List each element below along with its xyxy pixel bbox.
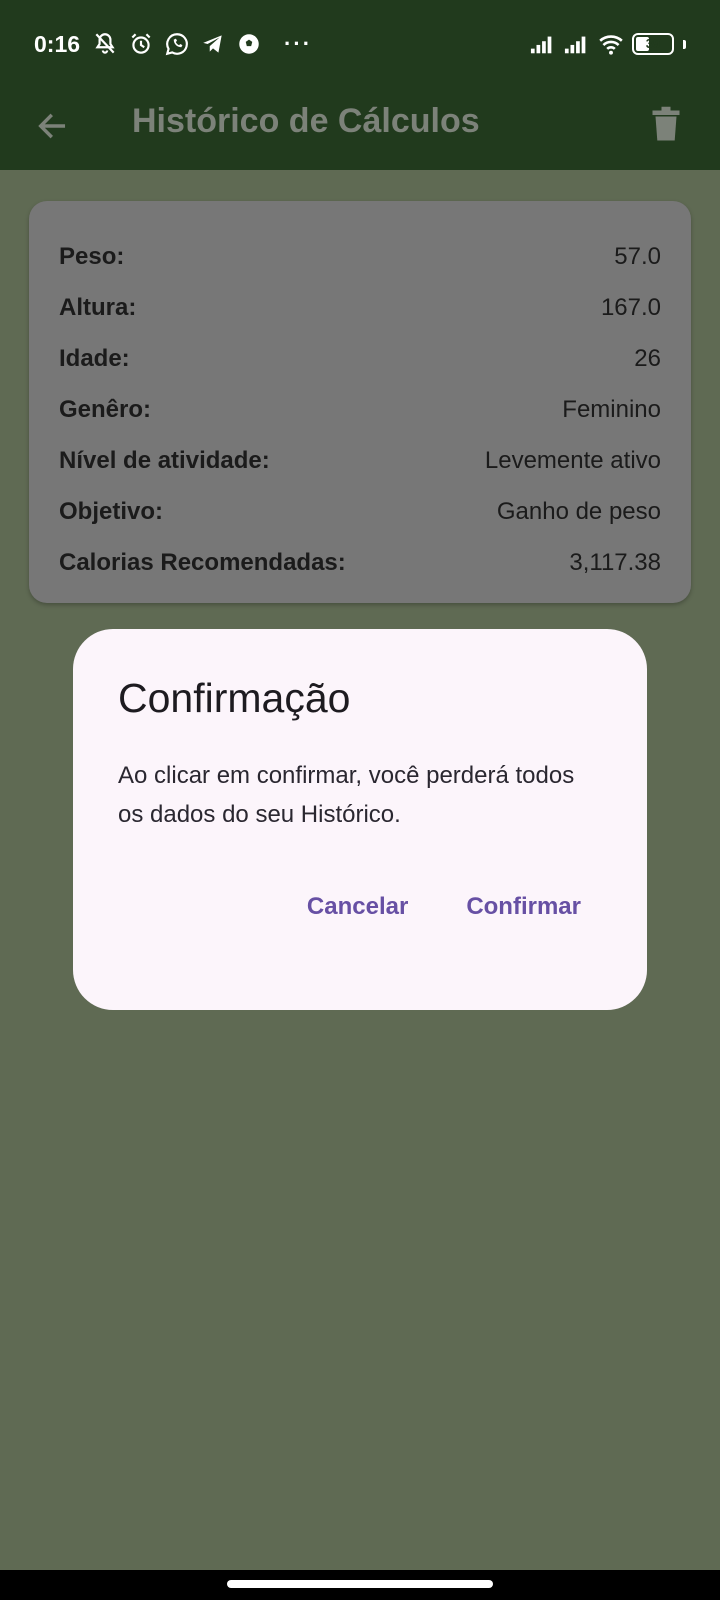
history-row-genero: Genêro: Feminino xyxy=(59,384,661,435)
page-title: Histórico de Cálculos xyxy=(132,102,480,140)
status-time: 0:16 xyxy=(34,30,81,57)
signal-icon xyxy=(564,31,590,57)
confirm-button[interactable]: Confirmar xyxy=(466,893,581,921)
app-bar: Histórico de Cálculos xyxy=(0,88,720,170)
row-value: 57.0 xyxy=(614,242,661,270)
history-row-idade: Idade: 26 xyxy=(59,333,661,384)
row-value: Levemente ativo xyxy=(484,446,661,474)
dialog-message: Ao clicar em confirmar, você perderá tod… xyxy=(118,762,575,828)
row-value: Ganho de peso xyxy=(496,497,661,525)
row-label: Nível de atividade: xyxy=(59,446,270,474)
home-gesture-handle[interactable] xyxy=(227,1580,493,1588)
muted-notification-icon xyxy=(92,31,118,57)
status-left: 0:16 ··· xyxy=(34,31,312,58)
row-label: Altura: xyxy=(59,293,137,321)
row-value: 26 xyxy=(634,344,661,372)
more-notifications-indicator: ··· xyxy=(284,31,313,56)
row-value: Feminino xyxy=(562,395,661,423)
history-row-peso: Peso: 57.0 xyxy=(59,231,661,282)
trash-icon[interactable] xyxy=(644,100,688,148)
battery-level: 39 xyxy=(645,36,661,51)
telegram-icon xyxy=(200,31,226,57)
battery-icon: 39 xyxy=(632,33,674,55)
cancel-button[interactable]: Cancelar xyxy=(307,893,408,921)
signal-icon xyxy=(530,31,556,57)
history-card: Peso: 57.0 Altura: 167.0 Idade: 26 Genêr… xyxy=(29,201,691,603)
arrow-back-icon[interactable] xyxy=(30,104,74,148)
navigation-bar xyxy=(0,1570,720,1600)
battery-tip xyxy=(683,39,686,49)
row-label: Objetivo: xyxy=(59,497,164,525)
history-row-objetivo: Objetivo: Ganho de peso xyxy=(59,486,661,537)
dialog-actions: Cancelar Confirmar xyxy=(307,893,581,921)
whatsapp-icon xyxy=(164,31,190,57)
history-row-altura: Altura: 167.0 xyxy=(59,282,661,333)
row-label: Idade: xyxy=(59,344,130,372)
row-value: 167.0 xyxy=(600,293,661,321)
row-value: 3,117.38 xyxy=(569,548,661,576)
status-bar: 0:16 ··· 39 xyxy=(0,0,720,88)
row-label: Genêro: xyxy=(59,395,152,423)
alarm-icon xyxy=(128,31,154,57)
wifi-icon xyxy=(598,31,624,57)
confirmation-dialog: Confirmação Ao clicar em confirmar, você… xyxy=(73,629,647,1010)
row-label: Calorias Recomendadas: xyxy=(59,548,346,576)
soccer-ball-icon xyxy=(236,31,262,57)
row-label: Peso: xyxy=(59,242,125,270)
history-row-nivel-atividade: Nível de atividade: Levemente ativo xyxy=(59,435,661,486)
dialog-title: Confirmação xyxy=(118,675,351,721)
history-row-calorias: Calorias Recomendadas: 3,117.38 xyxy=(59,537,661,588)
status-right: 39 xyxy=(530,31,686,57)
